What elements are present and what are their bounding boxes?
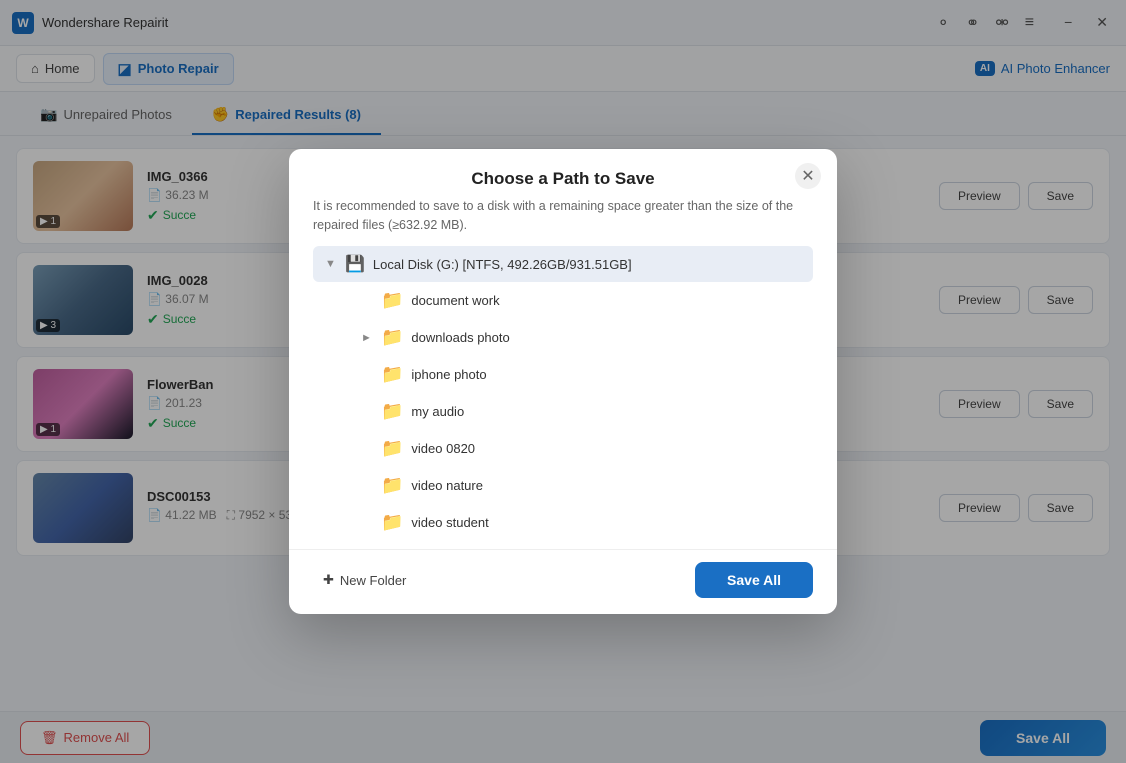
new-folder-label: New Folder: [340, 573, 406, 588]
folder-item[interactable]: 📁 my audio: [313, 393, 813, 430]
folder-icon: 📁: [381, 512, 403, 533]
chevron-right-icon: ►: [361, 332, 373, 344]
folder-label: document work: [411, 293, 801, 308]
folder-icon: 📁: [381, 438, 403, 459]
drive-icon: 💾: [345, 254, 365, 274]
folder-label: video nature: [411, 478, 801, 493]
folder-icon: 📁: [381, 401, 403, 422]
folder-label: my audio: [411, 404, 801, 419]
modal-subtitle: It is recommended to save to a disk with…: [313, 197, 813, 235]
drive-label: Local Disk (G:) [NTFS, 492.26GB/931.51GB…: [373, 257, 801, 272]
folder-label: video 0820: [411, 441, 801, 456]
modal-overlay: Choose a Path to Save It is recommended …: [0, 0, 1126, 763]
chevron-down-icon: ▼: [325, 258, 337, 270]
folder-item[interactable]: 📁 video 0820: [313, 430, 813, 467]
save-path-modal: Choose a Path to Save It is recommended …: [289, 149, 837, 615]
new-folder-button[interactable]: ✚ New Folder: [313, 566, 416, 594]
modal-body: ▼ 💾 Local Disk (G:) [NTFS, 492.26GB/931.…: [289, 246, 837, 549]
folder-label: video student: [411, 515, 801, 530]
folder-item[interactable]: ► 📁 downloads photo: [313, 319, 813, 356]
folder-icon: 📁: [381, 475, 403, 496]
modal-footer: ✚ New Folder Save All: [289, 549, 837, 614]
folder-item[interactable]: 📁 video student: [313, 504, 813, 541]
modal-save-all-button[interactable]: Save All: [695, 562, 813, 598]
modal-close-button[interactable]: ✕: [795, 163, 821, 189]
plus-icon: ✚: [323, 572, 334, 588]
folder-icon: 📁: [381, 327, 403, 348]
folder-item[interactable]: 📁 document work: [313, 282, 813, 319]
folder-label: iphone photo: [411, 367, 801, 382]
folder-item[interactable]: 📁 video nature: [313, 467, 813, 504]
folder-label: downloads photo: [411, 330, 801, 345]
modal-header: Choose a Path to Save It is recommended …: [289, 149, 837, 247]
folder-icon: 📁: [381, 290, 403, 311]
folder-icon: 📁: [381, 364, 403, 385]
modal-title: Choose a Path to Save: [313, 169, 813, 189]
drive-item[interactable]: ▼ 💾 Local Disk (G:) [NTFS, 492.26GB/931.…: [313, 246, 813, 282]
folder-item[interactable]: 📁 iphone photo: [313, 356, 813, 393]
